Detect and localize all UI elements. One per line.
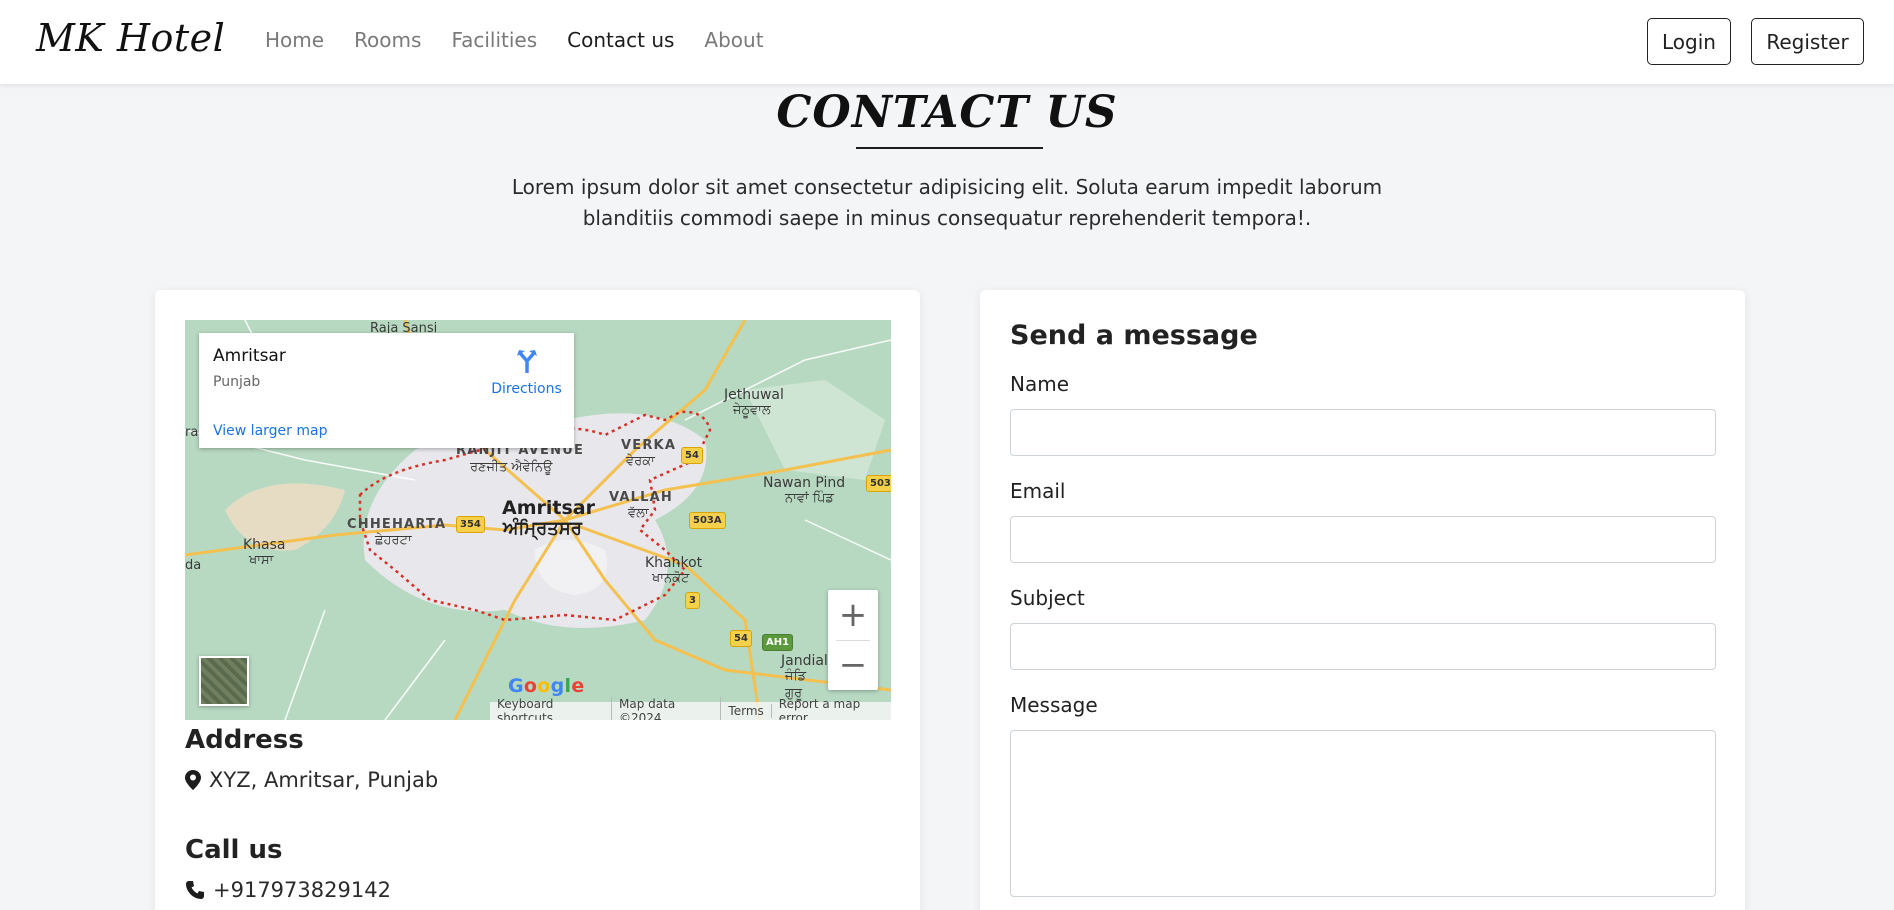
map-label-jethuwal: Jethuwal: [724, 387, 784, 403]
subject-label: Subject: [1010, 586, 1085, 610]
nav-link-about[interactable]: About: [704, 28, 763, 52]
keyboard-shortcuts-link[interactable]: Keyboard shortcuts: [490, 697, 613, 720]
map-label-khasa: Khasa: [243, 537, 286, 553]
road-shield-503a: 503A: [689, 512, 726, 529]
map-label-verka: VERKA: [621, 438, 677, 453]
map-label-amritsar-pa: ਅੰਮ੍ਰਿਤਸਰ: [503, 518, 582, 539]
map-label-da: da: [185, 558, 202, 573]
nav-links: Home Rooms Facilities Contact us About: [265, 28, 764, 52]
phone-number[interactable]: +917973829142: [213, 878, 391, 902]
message-form-card: Send a message Name Email Subject Messag…: [980, 290, 1745, 910]
page-title: CONTACT US: [776, 87, 1118, 138]
map-place-title: Amritsar: [213, 346, 286, 366]
map-label-nawan-pind: Nawan Pind: [763, 475, 846, 491]
form-title: Send a message: [1010, 320, 1258, 351]
email-input[interactable]: [1010, 516, 1716, 563]
navbar: MK Hotel Home Rooms Facilities Contact u…: [0, 0, 1894, 84]
address-line: XYZ, Amritsar, Punjab: [185, 768, 438, 792]
directions-icon: [516, 350, 537, 374]
map-label-nawan-pind-pa: ਨਾਵਾਂ ਪਿੰਡ: [785, 491, 834, 506]
call-us-heading: Call us: [185, 835, 283, 865]
intro-text: Lorem ipsum dolor sit amet consectetur a…: [511, 175, 1383, 230]
road-shield-ah1: AH1: [762, 634, 794, 651]
name-input[interactable]: [1010, 409, 1716, 456]
nav-link-contact[interactable]: Contact us: [567, 28, 674, 52]
map-place-subtitle: Punjab: [213, 374, 261, 390]
map-label-khankot: Khankot: [645, 555, 703, 571]
nav-link-rooms[interactable]: Rooms: [354, 28, 421, 52]
map-footer: Keyboard shortcuts Map data ©2024 Terms …: [490, 697, 891, 720]
phone-line[interactable]: +917973829142: [185, 878, 391, 902]
map-label-verka-pa: ਵੇਰਕਾ: [626, 454, 655, 469]
directions-label: Directions: [491, 381, 562, 397]
google-logo: Google: [508, 675, 585, 697]
map-label-vallah-pa: ਵੱਲਾ: [628, 506, 649, 521]
road-shield-503a-edge: 503A: [866, 475, 891, 492]
map-label-chheharta-pa: ਛੇਹਰਟਾ: [375, 533, 412, 548]
road-shield-354: 354: [456, 516, 485, 533]
map-label-amritsar: Amritsar: [502, 497, 595, 519]
road-shield-3: 3: [685, 592, 700, 609]
map-info-window: Amritsar Punjab View larger map Directio…: [199, 333, 574, 448]
nav-link-home[interactable]: Home: [265, 28, 324, 52]
nav-link-facilities[interactable]: Facilities: [451, 28, 537, 52]
address-text: XYZ, Amritsar, Punjab: [209, 768, 439, 792]
map-label-ra: ra: [185, 425, 199, 440]
map-label-ranjit-avenue-pa: ਰਣਜੀਤ ਐਵੇਨਿਊ: [470, 460, 553, 475]
view-larger-map-link[interactable]: View larger map: [213, 423, 327, 439]
map-pin-icon: [185, 770, 201, 790]
road-shield-54: 54: [681, 447, 703, 464]
directions-button[interactable]: Directions: [484, 347, 569, 397]
map-label-jethuwal-pa: ਜੇਠੂਵਾਲ: [733, 403, 771, 418]
map-label-jandiala: Jandial: [781, 653, 828, 669]
register-button[interactable]: Register: [1751, 18, 1864, 65]
brand-logo[interactable]: MK Hotel: [36, 16, 225, 60]
name-label: Name: [1010, 372, 1070, 396]
map-label-khasa-pa: ਖਾਸਾ: [249, 553, 274, 568]
map-label-vallah: VALLAH: [609, 490, 673, 505]
phone-icon: [186, 881, 204, 899]
map-label-chheharta: CHHEHARTA: [347, 517, 447, 532]
login-button[interactable]: Login: [1647, 18, 1731, 65]
terms-link[interactable]: Terms: [721, 704, 772, 718]
message-label: Message: [1010, 693, 1098, 717]
title-underline: [856, 147, 1043, 149]
contact-info-card: Raja Sansi Jethuwal ਜੇਠੂਵਾਲ RANJIT AVENU…: [155, 290, 920, 910]
map-label-khankot-pa: ਖਾਨਕੋਟ: [652, 571, 690, 586]
google-map[interactable]: Raja Sansi Jethuwal ਜੇਠੂਵਾਲ RANJIT AVENU…: [185, 320, 891, 720]
subject-input[interactable]: [1010, 623, 1716, 670]
report-error-link[interactable]: Report a map error: [772, 697, 891, 720]
message-textarea[interactable]: [1010, 730, 1716, 897]
zoom-out-button[interactable]: −: [828, 640, 878, 690]
address-heading: Address: [185, 725, 304, 755]
map-label-jandiala-pa: ਜੰਡਿ: [785, 669, 807, 684]
map-zoom-control: + −: [828, 590, 878, 690]
road-shield-54b: 54: [730, 630, 752, 647]
map-data-label: Map data ©2024: [612, 697, 722, 720]
zoom-in-button[interactable]: +: [828, 590, 878, 640]
satellite-toggle[interactable]: [199, 656, 249, 706]
email-label: Email: [1010, 479, 1066, 503]
